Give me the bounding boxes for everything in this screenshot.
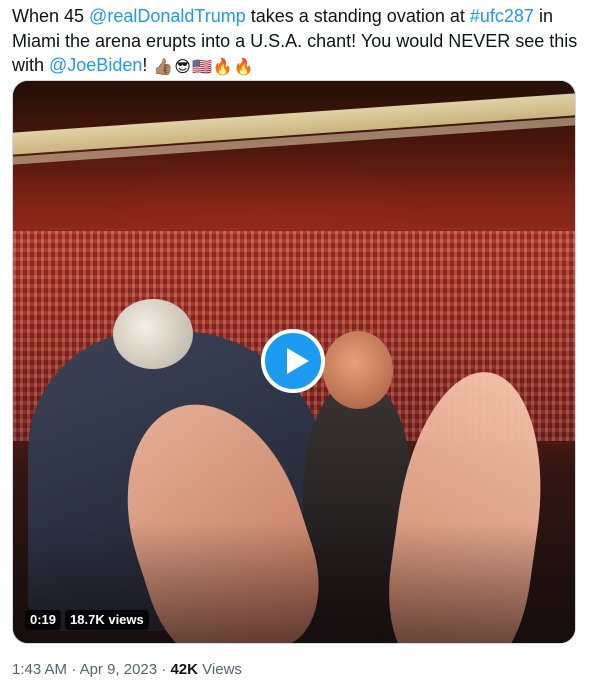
tweet-text: When 45 @realDonaldTrump takes a standin…	[12, 4, 582, 78]
meta-separator: ·	[157, 661, 171, 678]
fire-emoji: 🔥	[233, 57, 254, 76]
fire-emoji: 🔥	[212, 57, 233, 76]
mention-link-realdonaldtrump[interactable]: @realDonaldTrump	[89, 6, 246, 26]
us-flag-emoji: 🇺🇸	[191, 57, 212, 76]
video-duration-badge: 0:19	[25, 610, 62, 630]
second-man-head	[323, 331, 393, 409]
hashtag-link-ufc287[interactable]: #ufc287	[470, 6, 534, 26]
mention-link-joebiden[interactable]: @JoeBiden	[49, 55, 142, 75]
play-icon	[287, 348, 309, 374]
tweet-time[interactable]: 1:43 AM	[12, 661, 67, 678]
tweet-date[interactable]: Apr 9, 2023	[80, 661, 158, 678]
video-views-badge: 18.7K views	[65, 610, 149, 630]
tweet-text-segment: takes a standing ovation at	[245, 6, 470, 26]
video-badges: 0:19 18.7K views	[25, 610, 149, 630]
sunglasses-emoji: 😎	[174, 57, 191, 76]
video-player[interactable]: 0:19 18.7K views	[12, 80, 576, 644]
thumbs-up-emoji: 👍🏽	[153, 57, 174, 76]
meta-separator: ·	[67, 661, 80, 678]
tweet-text-segment: !	[142, 55, 153, 75]
tweet-views-label: Views	[198, 661, 242, 678]
tweet-text-segment: When 45	[12, 6, 90, 26]
man-head	[113, 299, 193, 369]
tweet-views-count: 42K	[170, 661, 198, 678]
play-button[interactable]	[261, 329, 325, 393]
tweet-meta: 1:43 AM · Apr 9, 2023 · 42K Views	[12, 660, 242, 680]
